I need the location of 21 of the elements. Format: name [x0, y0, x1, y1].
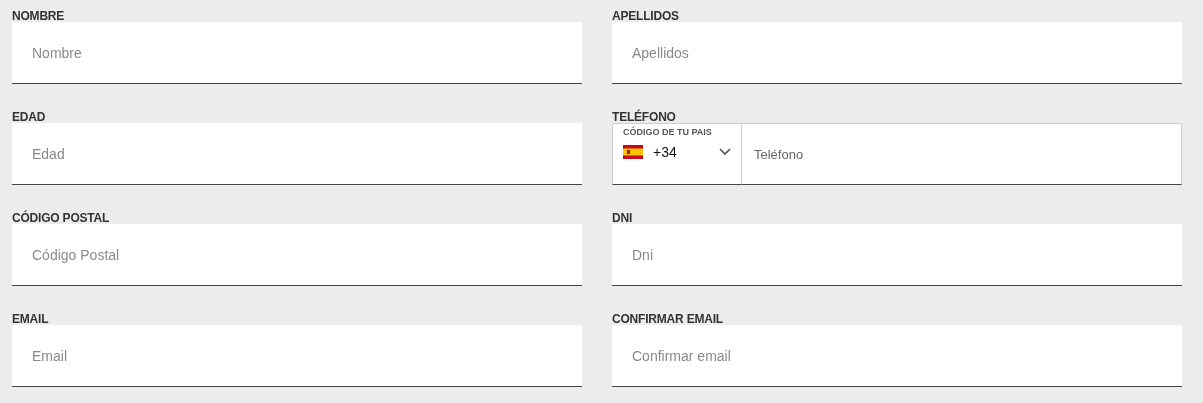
country-code-label: CÓDIGO DE TU PAIS	[623, 127, 713, 137]
field-label: TELÉFONO	[612, 108, 677, 123]
text-field[interactable]: Apellidos	[612, 22, 1182, 84]
text-field[interactable]: Confirmar email	[612, 325, 1182, 387]
chevron-down-icon	[719, 148, 731, 156]
field-label: NOMBRE	[12, 8, 66, 22]
text-field[interactable]: Nombre	[12, 22, 582, 84]
field-label: CONFIRMAR EMAIL	[612, 311, 724, 325]
text-field[interactable]: Email	[12, 325, 582, 387]
text-field[interactable]: Edad	[12, 123, 582, 185]
text-field[interactable]: Dni	[612, 224, 1182, 286]
field-label: EMAIL	[12, 311, 50, 325]
phone-field[interactable]: Teléfono	[742, 123, 1182, 185]
flag-icon	[623, 145, 643, 159]
field-label: CÓDIGO POSTAL	[12, 209, 111, 224]
country-code: +34	[653, 144, 678, 160]
field-label: DNI	[612, 210, 634, 224]
field-label: APELLIDOS	[612, 8, 680, 22]
country-code-select[interactable]: CÓDIGO DE TU PAIS +34	[612, 123, 742, 185]
field-label: EDAD	[12, 109, 47, 123]
text-field[interactable]: Código Postal	[12, 224, 582, 286]
